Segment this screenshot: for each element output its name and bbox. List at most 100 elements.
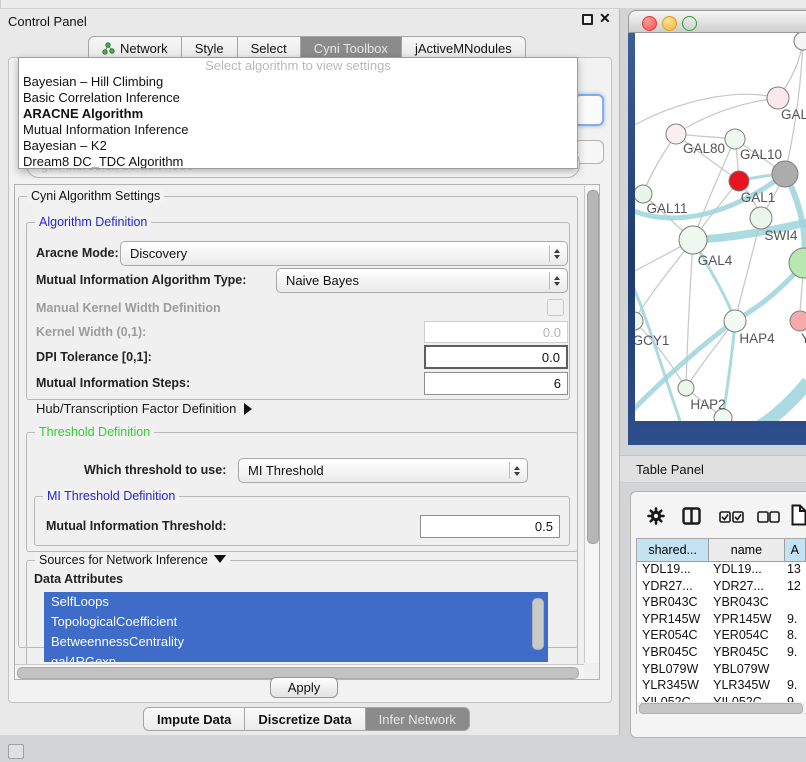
- table-row[interactable]: YBL079WYBL079W: [637, 661, 806, 678]
- algorithm-definition-title: Algorithm Definition: [35, 215, 151, 229]
- network-node-y[interactable]: [790, 311, 806, 331]
- float-panel-icon[interactable]: [582, 14, 593, 25]
- data-attribute-item[interactable]: gal4RGexp: [44, 652, 548, 662]
- minimized-panel-icon[interactable]: [8, 744, 24, 759]
- table-row[interactable]: YDR27...YDR27...12: [637, 578, 806, 595]
- mi-threshold-value: 0.5: [535, 519, 553, 534]
- network-node-label: Y: [801, 331, 806, 346]
- expander-collapsed-icon: [244, 403, 252, 415]
- table-row[interactable]: YLR345WYLR345W9.: [637, 677, 806, 694]
- kernel-width-field[interactable]: 0.0: [424, 321, 568, 343]
- dpi-tolerance-field[interactable]: 0.0: [424, 345, 568, 369]
- network-view[interactable]: GALGAL80GAL10GAL1GAL11SWI4GAL4GCY1HAP4YH…: [635, 33, 806, 421]
- app-top-strip: [0, 0, 806, 8]
- table-row[interactable]: YPR145WYPR145W9.: [637, 611, 806, 628]
- dropdown-item[interactable]: Dream8 DC_TDC Algorithm: [19, 154, 577, 169]
- document-icon[interactable]: [791, 504, 806, 526]
- network-node-label: GAL: [781, 107, 806, 122]
- table-cell: YLR345W: [637, 677, 708, 694]
- dropdown-item[interactable]: Basic Correlation Inference: [19, 90, 577, 106]
- table-cell: 8.: [782, 627, 806, 644]
- network-node-gal4[interactable]: [679, 226, 707, 254]
- column-view-icon[interactable]: [682, 507, 701, 525]
- algorithm-dropdown-list: Select algorithm to view settings Bayesi…: [18, 57, 578, 169]
- table-row[interactable]: YER054CYER054C8.: [637, 627, 806, 644]
- table-cell: 12: [782, 578, 806, 595]
- data-attribute-item[interactable]: SelfLoops: [44, 592, 548, 612]
- network-node-label: GAL4: [698, 253, 733, 268]
- table-row[interactable]: YBR045CYBR045C9.: [637, 644, 806, 661]
- dropdown-item[interactable]: ARACNE Algorithm: [19, 106, 577, 122]
- dropdown-item[interactable]: Bayesian – Hill Climbing: [19, 74, 577, 90]
- table-horizontal-scrollbar[interactable]: [637, 702, 805, 714]
- select-all-checkboxes-icon[interactable]: [719, 511, 744, 523]
- minimize-window-icon[interactable]: [662, 16, 677, 31]
- network-node-gal[interactable]: [767, 87, 789, 109]
- settings-vertical-scrollbar[interactable]: [584, 186, 599, 663]
- data-attributes-label: Data Attributes: [34, 572, 123, 586]
- close-panel-icon[interactable]: ✕: [599, 10, 611, 27]
- table-cell: 9.: [782, 611, 806, 628]
- hub-definition-expander[interactable]: Hub/Transcription Factor Definition: [36, 401, 252, 416]
- table-cell: 9.: [782, 644, 806, 661]
- tab-select-label: Select: [251, 41, 287, 56]
- network-node-hap4[interactable]: [724, 310, 746, 332]
- which-threshold-combo[interactable]: MI Threshold: [238, 458, 528, 483]
- table-row[interactable]: YBR043CYBR043C: [637, 594, 806, 611]
- mi-type-combo[interactable]: Naive Bayes: [276, 268, 568, 293]
- tab-discretize-data[interactable]: Discretize Data: [244, 707, 364, 731]
- network-node-gcy1[interactable]: [635, 312, 643, 330]
- data-attribute-item[interactable]: TopologicalCoefficient: [44, 612, 548, 632]
- network-edge[interactable]: [686, 240, 693, 388]
- network-node-label: GAL80: [683, 141, 725, 156]
- data-attributes-list[interactable]: SelfLoopsTopologicalCoefficientBetweenne…: [44, 592, 548, 662]
- table-column-header[interactable]: name: [709, 539, 784, 562]
- deselect-all-checkboxes-icon[interactable]: [757, 511, 780, 523]
- aracne-mode-combo[interactable]: Discovery: [120, 241, 568, 266]
- network-node-gal1[interactable]: [729, 171, 749, 191]
- tab-impute-data-label: Impute Data: [157, 712, 231, 727]
- dropdown-item[interactable]: Bayesian – K2: [19, 138, 577, 154]
- network-edge[interactable]: [635, 240, 693, 321]
- table-cell: YBR043C: [637, 594, 708, 611]
- network-edge[interactable]: [676, 98, 778, 134]
- apply-button[interactable]: Apply: [270, 677, 338, 698]
- network-node[interactable]: [794, 33, 806, 50]
- sources-title[interactable]: Sources for Network Inference: [35, 553, 230, 567]
- tab-impute-data[interactable]: Impute Data: [143, 707, 244, 731]
- tab-infer-network[interactable]: Infer Network: [365, 707, 470, 731]
- which-threshold-value: MI Threshold: [248, 463, 324, 478]
- network-node-swi4[interactable]: [750, 207, 772, 229]
- dropdown-item[interactable]: Mutual Information Inference: [19, 122, 577, 138]
- data-attribute-item[interactable]: BetweennessCentrality: [44, 632, 548, 652]
- network-node-gal10[interactable]: [725, 129, 745, 149]
- mi-type-value: Naive Bayes: [286, 273, 359, 288]
- mi-threshold-field[interactable]: 0.5: [420, 515, 560, 538]
- inference-algorithm-combo-edge[interactable]: [574, 94, 604, 126]
- manual-kernel-checkbox[interactable]: [547, 299, 564, 316]
- node-table[interactable]: shared...nameA YDL19...YDL19...13YDR27..…: [636, 538, 806, 714]
- table-cell: 9.: [782, 677, 806, 694]
- network-edge[interactable]: [635, 94, 778, 127]
- table-row[interactable]: YDL19...YDL19...13: [637, 561, 806, 578]
- network-node[interactable]: [772, 161, 798, 187]
- attributes-list-scrollbar[interactable]: [531, 596, 543, 654]
- table-cell: YER054C: [708, 627, 782, 644]
- network-edge[interactable]: [635, 321, 686, 388]
- network-edge-highlighted[interactable]: [759, 382, 806, 421]
- close-window-icon[interactable]: [642, 16, 657, 31]
- network-node-hap2[interactable]: [678, 380, 694, 396]
- zoom-window-icon[interactable]: [682, 16, 697, 31]
- tab-jactivemnodules-label: jActiveMNodules: [415, 41, 512, 56]
- network-window-titlebar[interactable]: [628, 10, 806, 33]
- table-cell: YDR27...: [637, 578, 708, 595]
- table-column-header[interactable]: A: [785, 539, 806, 562]
- table-column-header[interactable]: shared...: [637, 539, 709, 562]
- network-node-label: GAL11: [646, 201, 687, 216]
- table-body: YDL19...YDL19...13YDR27...YDR27...12YBR0…: [637, 561, 806, 710]
- which-threshold-label: Which threshold to use:: [84, 463, 226, 477]
- application-window: Control Panel ✕ Network Style Select Cyn…: [0, 0, 806, 762]
- combo-spinner-icon: [549, 272, 564, 289]
- gear-icon[interactable]: [647, 507, 665, 525]
- mi-steps-field[interactable]: 6: [424, 372, 568, 395]
